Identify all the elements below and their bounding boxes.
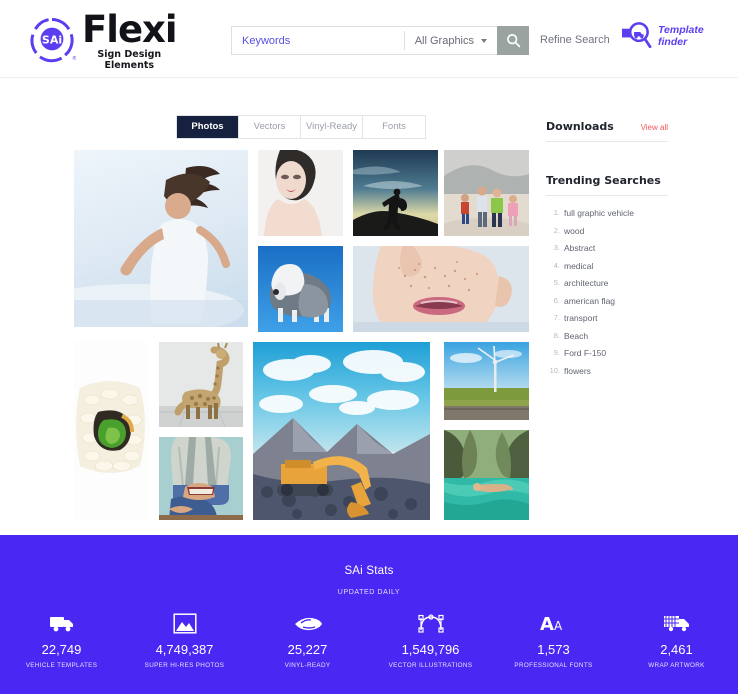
gallery-item-woman-on-beach-hair-flip[interactable] (74, 150, 248, 327)
list-item[interactable]: medical (546, 261, 668, 271)
tab-vinyl-ready[interactable]: Vinyl-Ready (301, 116, 363, 138)
stat-label: SUPER HI-RES PHOTOS (144, 662, 225, 669)
search-bar: All Graphics (231, 26, 529, 55)
list-item[interactable]: transport (546, 313, 668, 323)
list-item[interactable]: full graphic vehicle (546, 208, 668, 218)
gallery-item-sushi-roll-closeup[interactable] (74, 342, 149, 520)
gallery-item-man-reading-book[interactable] (159, 437, 243, 520)
graphics-category-label: All Graphics (414, 34, 474, 47)
font-aa-icon: A A (492, 610, 615, 636)
stats-subtitle: UPDATED DAILY (337, 589, 401, 596)
list-item[interactable]: wood (546, 226, 668, 236)
gallery-item-excavator-mountain[interactable] (253, 342, 430, 520)
search-input[interactable] (232, 27, 404, 54)
gallery-item-giraffe-in-room[interactable] (159, 342, 243, 427)
brand-logo[interactable]: SAi ® Flexi Sign Design Elements (28, 8, 178, 71)
trending-title: Trending Searches (546, 174, 661, 187)
svg-text:A: A (554, 619, 563, 633)
photo-gallery (74, 150, 529, 520)
main-content: Photos Vectors Vinyl-Ready Fonts Downloa… (0, 79, 738, 535)
stat-value: 25,227 (287, 642, 328, 657)
svg-text:A: A (540, 614, 554, 633)
stat-label: PROFESSIONAL FONTS (514, 662, 593, 669)
gallery-item-freckled-face-closeup[interactable] (353, 246, 529, 332)
truck-icon (0, 610, 123, 636)
bezier-curve-icon (369, 610, 492, 636)
site-header: SAi ® Flexi Sign Design Elements All Gra… (0, 0, 738, 78)
template-finder-line1: Template (658, 23, 704, 36)
stats-row: 22,749 VEHICLE TEMPLATES 4,749,387 SUPER… (0, 610, 738, 669)
flexi-stock-home-page: SAi ® Flexi Sign Design Elements All Gra… (0, 0, 738, 694)
stat-value: 22,749 (41, 642, 82, 657)
gallery-item-sheepdog-on-blue[interactable] (258, 246, 343, 332)
category-tabs: Photos Vectors Vinyl-Ready Fonts (176, 115, 426, 139)
svg-text:SAi: SAi (42, 33, 62, 46)
tab-vectors[interactable]: Vectors (239, 116, 301, 138)
stat-professional-fonts: A A 1,573 PROFESSIONAL FONTS (492, 610, 615, 670)
photo-mountain-icon (123, 610, 246, 636)
trending-divider (546, 195, 668, 196)
list-item[interactable]: flowers (546, 366, 668, 376)
brand-tagline-line1: Sign Design (97, 49, 162, 60)
stat-value: 4,749,387 (155, 642, 214, 657)
stat-label: VINYL-READY (284, 662, 331, 669)
gallery-item-wind-turbine-field[interactable] (444, 342, 529, 420)
downloads-empty-area (546, 142, 668, 174)
downloads-header: Downloads View all (546, 120, 668, 133)
vinyl-cutter-icon (246, 610, 369, 636)
right-sidebar: Downloads View all Trending Searches ful… (546, 120, 668, 383)
gallery-item-swimmer-in-lagoon[interactable] (444, 430, 529, 520)
downloads-title: Downloads (546, 120, 614, 133)
svg-text:®: ® (72, 55, 76, 62)
gallery-item-hiker-silhouette-sunset[interactable] (353, 150, 438, 236)
stat-value: 1,549,796 (401, 642, 460, 657)
magnifier-vehicle-icon (621, 22, 652, 49)
trending-searches-list: full graphic vehicle wood Abstract medic… (546, 208, 668, 376)
stat-value: 1,573 (537, 642, 570, 657)
trending-header: Trending Searches (546, 174, 668, 187)
stat-label: VECTOR ILLUSTRATIONS (388, 662, 473, 669)
stat-wrap-artwork: 2,461 WRAP ARTWORK (615, 610, 738, 669)
stat-value: 2,461 (660, 642, 693, 657)
refine-search-link[interactable]: Refine Search (540, 34, 610, 46)
graphics-category-dropdown[interactable]: All Graphics (405, 27, 497, 54)
stat-super-hires-photos: 4,749,387 SUPER HI-RES PHOTOS (123, 610, 246, 669)
downloads-view-all-link[interactable]: View all (641, 123, 668, 132)
list-item[interactable]: Ford F-150 (546, 348, 668, 358)
gallery-item-fashion-portrait-woman[interactable] (258, 150, 343, 236)
sai-circular-logo-icon: SAi ® (28, 15, 77, 63)
template-finder-line2: finder (658, 35, 688, 48)
search-button[interactable] (497, 26, 529, 55)
tab-fonts[interactable]: Fonts (363, 116, 425, 138)
brand-name: Flexi (82, 8, 178, 51)
wrapped-truck-icon (615, 610, 738, 636)
sai-stats-section: SAi Stats UPDATED DAILY 22,749 VEHICLE T… (0, 535, 738, 694)
gallery-item-family-running-beach[interactable] (444, 150, 529, 236)
brand-wordmark: Flexi Sign Design Elements (82, 8, 178, 71)
search-icon (506, 34, 520, 48)
list-item[interactable]: architecture (546, 278, 668, 288)
stat-label: VEHICLE TEMPLATES (25, 662, 98, 669)
stat-vector-illustrations: 1,549,796 VECTOR ILLUSTRATIONS (369, 610, 492, 669)
stats-title: SAi Stats (344, 565, 394, 577)
stat-label: WRAP ARTWORK (648, 662, 705, 669)
list-item[interactable]: Abstract (546, 243, 668, 253)
chevron-down-icon (481, 38, 487, 43)
list-item[interactable]: Beach (546, 331, 668, 341)
template-finder-button[interactable]: Template finder (620, 20, 712, 51)
stat-vehicle-templates: 22,749 VEHICLE TEMPLATES (0, 610, 123, 669)
tab-photos[interactable]: Photos (177, 116, 239, 138)
brand-tagline-line2: Elements (104, 60, 155, 71)
list-item[interactable]: american flag (546, 296, 668, 306)
stat-vinyl-ready: 25,227 VINYL-READY (246, 610, 369, 669)
